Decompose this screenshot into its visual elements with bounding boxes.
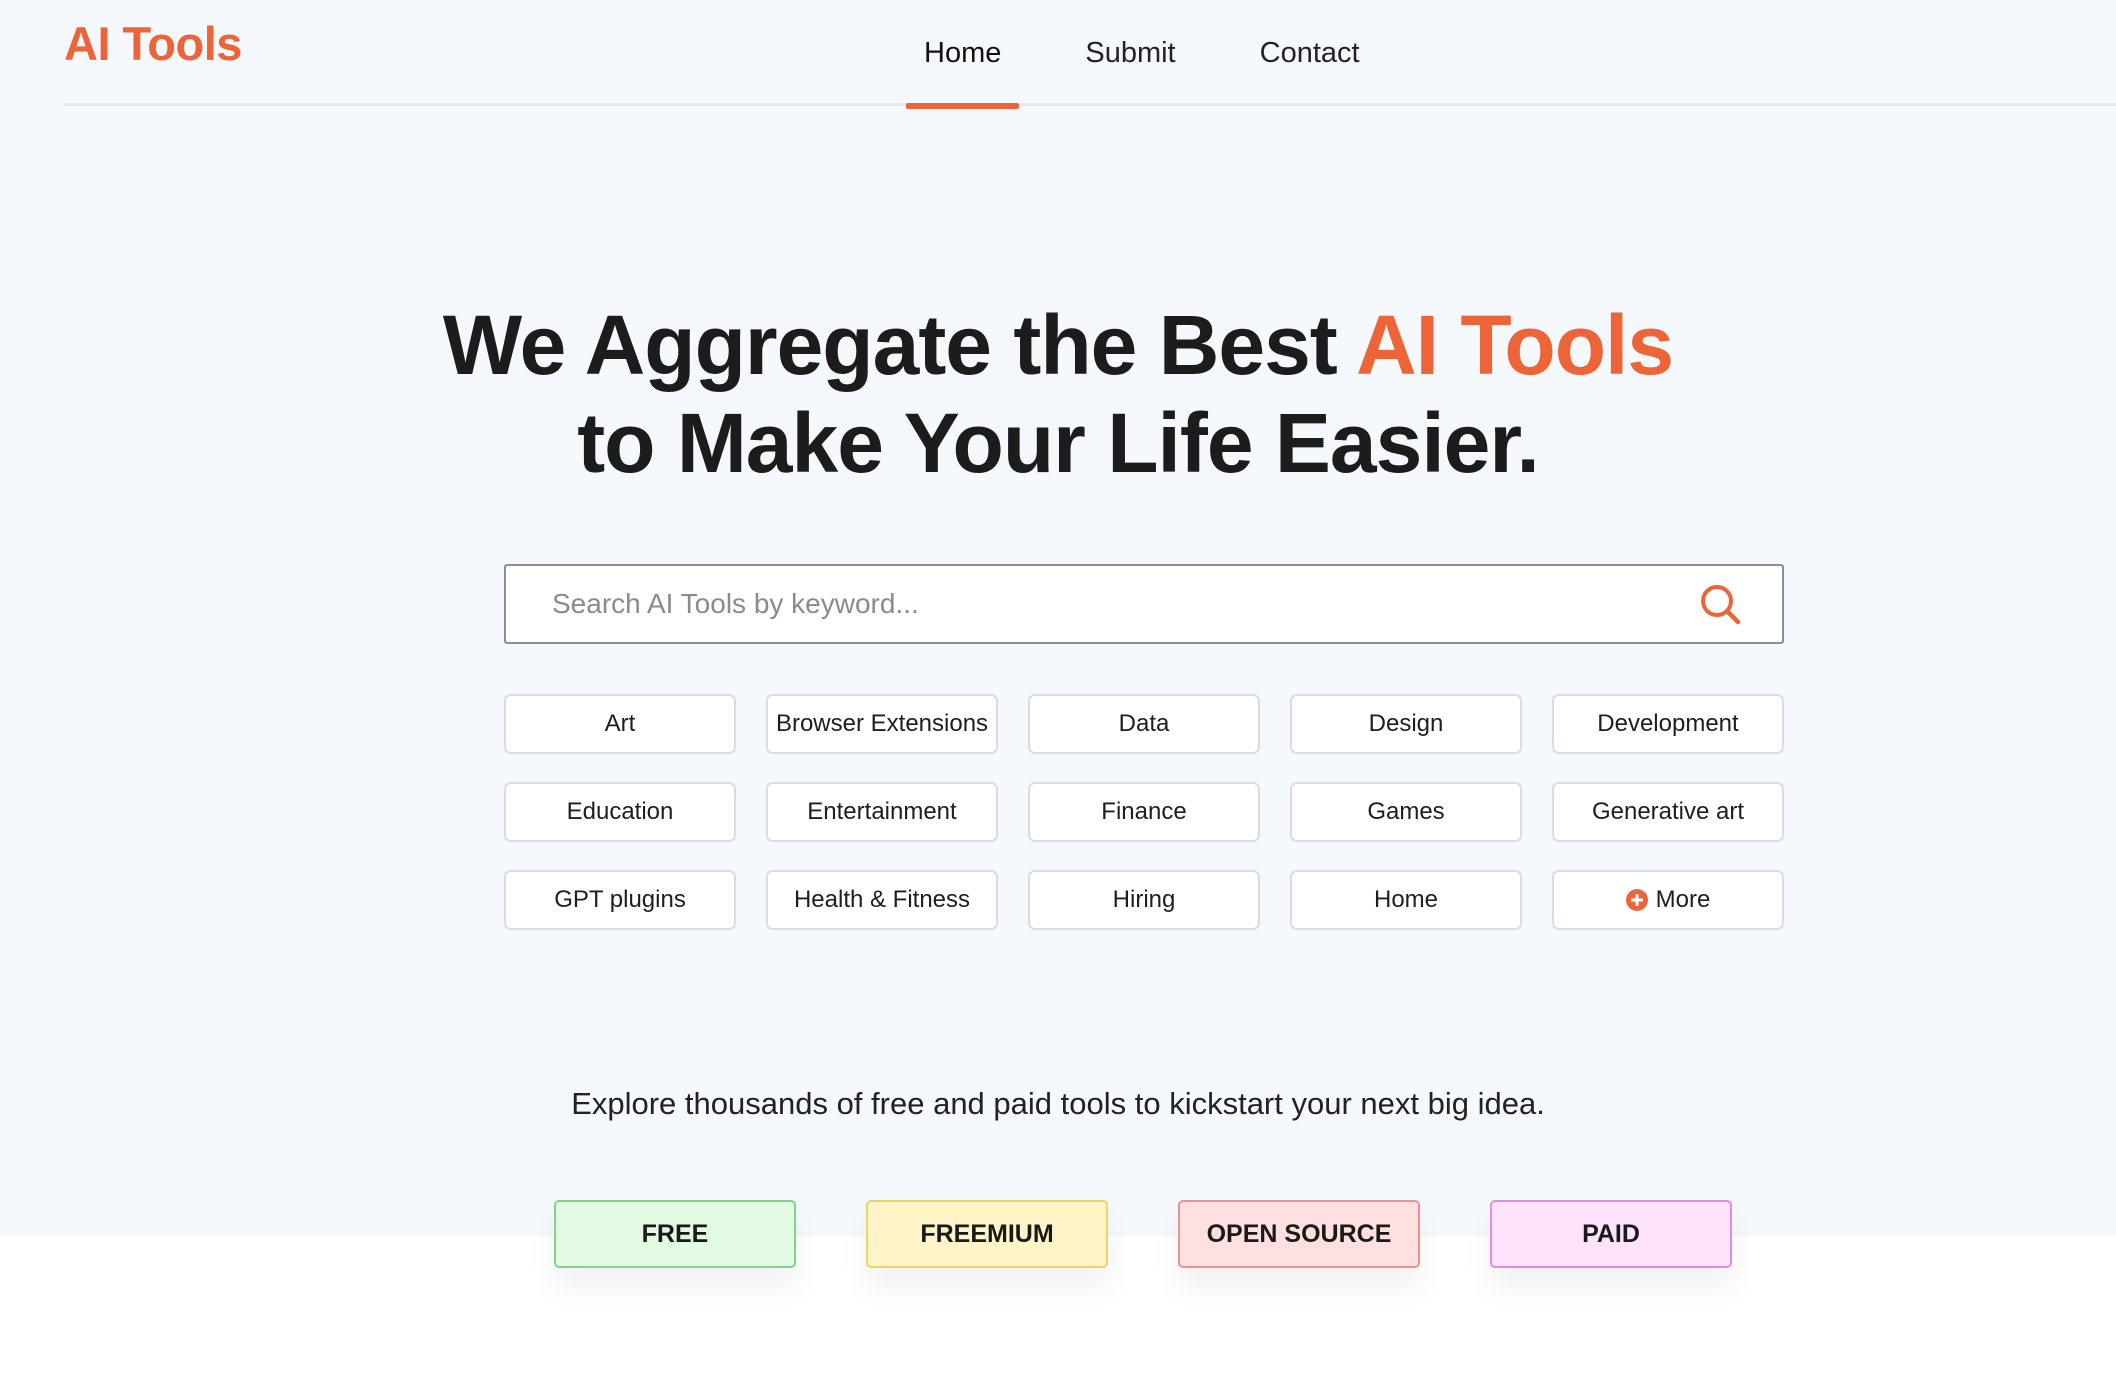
nav-submit[interactable]: Submit <box>1085 0 1175 106</box>
more-categories-button[interactable]: More <box>1552 870 1784 930</box>
pricing-filters: FREE FREEMIUM OPEN SOURCE PAID <box>554 1200 1732 1268</box>
pricing-open-source-button[interactable]: OPEN SOURCE <box>1178 1200 1420 1268</box>
pricing-paid-button[interactable]: PAID <box>1490 1200 1732 1268</box>
site-logo[interactable]: AI Tools <box>64 16 242 71</box>
nav-contact[interactable]: Contact <box>1260 0 1360 106</box>
category-gpt-plugins[interactable]: GPT plugins <box>504 870 736 930</box>
category-design[interactable]: Design <box>1290 694 1522 754</box>
search-box <box>504 564 1784 644</box>
category-art[interactable]: Art <box>504 694 736 754</box>
category-grid: Art Browser Extensions Data Design Devel… <box>504 694 1784 930</box>
pricing-freemium-button[interactable]: FREEMIUM <box>866 1200 1108 1268</box>
category-education[interactable]: Education <box>504 782 736 842</box>
category-generative-art[interactable]: Generative art <box>1552 782 1784 842</box>
search-icon[interactable] <box>1696 580 1746 630</box>
category-home[interactable]: Home <box>1290 870 1522 930</box>
main-nav: Home Submit Contact <box>905 0 1444 109</box>
site-header: AI Tools Home Submit Contact <box>64 0 2116 109</box>
category-finance[interactable]: Finance <box>1028 782 1260 842</box>
plus-circle-icon <box>1625 889 1648 911</box>
more-label: More <box>1655 886 1711 913</box>
category-entertainment[interactable]: Entertainment <box>766 782 998 842</box>
category-hiring[interactable]: Hiring <box>1028 870 1260 930</box>
hero-headline: We Aggregate the Best AI Tools to Make Y… <box>0 296 2116 492</box>
category-data[interactable]: Data <box>1028 694 1260 754</box>
category-health-fitness[interactable]: Health & Fitness <box>766 870 998 930</box>
headline-text: We Aggregate the Best <box>442 298 1356 392</box>
headline-text-line2: to Make Your Life Easier. <box>577 396 1540 490</box>
pricing-free-button[interactable]: FREE <box>554 1200 796 1268</box>
search-input[interactable] <box>552 566 1652 642</box>
category-games[interactable]: Games <box>1290 782 1522 842</box>
headline-accent: AI Tools <box>1355 298 1674 392</box>
tagline: Explore thousands of free and paid tools… <box>571 1086 1545 1121</box>
category-browser-extensions[interactable]: Browser Extensions <box>766 694 998 754</box>
category-development[interactable]: Development <box>1552 694 1784 754</box>
nav-home[interactable]: Home <box>905 0 1020 109</box>
